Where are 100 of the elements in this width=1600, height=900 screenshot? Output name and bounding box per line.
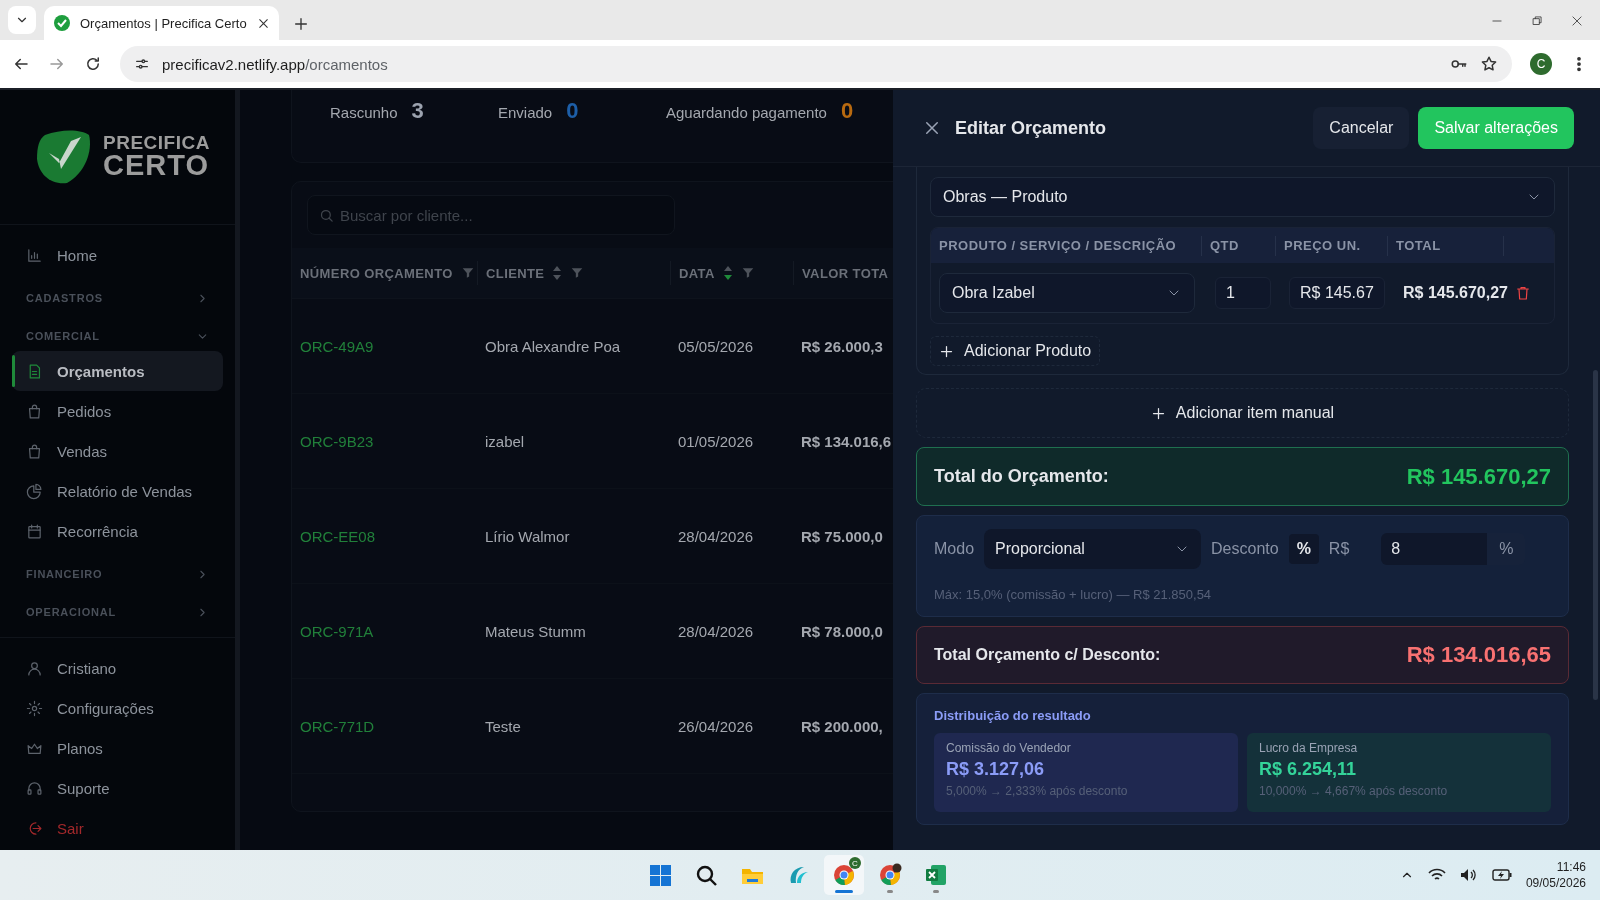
site-logo-icon	[54, 15, 70, 31]
sidebar-item[interactable]: Relatório de Vendas	[12, 471, 223, 511]
trash-icon[interactable]	[1515, 285, 1531, 301]
discount-field[interactable]: 8	[1381, 533, 1488, 565]
price-field[interactable]: R$ 145.67	[1289, 277, 1385, 309]
table-cell-text: 05/05/2026	[677, 337, 755, 355]
battery-icon[interactable]	[1491, 869, 1512, 881]
status-label: Enviado	[498, 104, 553, 121]
close-icon[interactable]	[256, 16, 270, 30]
status-label: Aguardando pagamento	[666, 104, 827, 121]
chart-icon	[26, 246, 43, 264]
bag-icon	[26, 402, 43, 420]
clock[interactable]: 11:46 09/05/2026	[1525, 859, 1586, 891]
browser-tab[interactable]: Orçamentos | Precifica Certo	[44, 6, 279, 40]
close-icon[interactable]	[1570, 14, 1584, 28]
column-header[interactable]: DATA	[670, 261, 793, 285]
headset-icon	[26, 779, 43, 797]
table-cell[interactable]: ORC-771D	[292, 717, 477, 735]
add-manual-item-button[interactable]: Adicionar item manual	[916, 388, 1569, 438]
close-icon[interactable]	[923, 119, 941, 137]
running-indicator	[933, 890, 939, 893]
chrome-icon	[832, 863, 856, 887]
category-select[interactable]: Obras — Produto	[930, 177, 1555, 217]
running-indicator	[887, 890, 893, 893]
unit-toggle[interactable]: %	[1288, 534, 1319, 564]
quantity-field[interactable]: 1	[1215, 277, 1271, 309]
sort-icon[interactable]	[552, 265, 563, 281]
table-cell-text: Mateus Stumm	[484, 622, 587, 640]
user-icon	[26, 659, 43, 677]
mode-label: Modo	[934, 540, 975, 558]
table-cell[interactable]: ORC-EE08	[292, 527, 477, 545]
product-select[interactable]: Obra Izabel	[939, 273, 1195, 313]
sidebar-item[interactable]: Configurações	[12, 688, 223, 728]
sidebar-item[interactable]: Planos	[12, 728, 223, 768]
column-header: QTD	[1201, 235, 1275, 256]
table-cell[interactable]: ORC-49A9	[292, 337, 477, 355]
address-text[interactable]: precificav2.netlify.app/orcamentos	[162, 55, 388, 73]
calendar-icon	[26, 522, 43, 540]
distribution-title: Distribuição do resultado	[934, 708, 1092, 723]
table-cell-text: Lírio Walmor	[484, 527, 571, 545]
discounted-total-label: Total Orçamento c/ Desconto:	[934, 646, 1161, 664]
status-count: 0	[840, 98, 854, 124]
discounted-total-value: R$ 134.016,65	[1406, 642, 1551, 668]
site-settings-icon[interactable]	[134, 56, 150, 72]
spreadsheet-icon	[924, 863, 948, 887]
filter-icon[interactable]	[740, 266, 755, 280]
card-label: Comissão do Vendedor	[946, 741, 1072, 755]
windows-logo-icon	[648, 863, 672, 887]
status-label: Rascunho	[330, 104, 398, 121]
search-icon	[319, 208, 334, 223]
add-product-button[interactable]: Adicionar Produto	[930, 336, 1101, 366]
column-header[interactable]: NÚMERO ORÇAMENTO	[292, 261, 477, 285]
search-icon	[694, 863, 718, 887]
sort-icon[interactable]	[722, 265, 733, 281]
column-header[interactable]: CLIENTE	[477, 261, 670, 285]
restore-icon[interactable]	[1530, 14, 1544, 28]
sidebar-item[interactable]: Orçamentos	[12, 351, 223, 391]
new-tab-icon[interactable]	[293, 16, 309, 32]
total-value: R$ 145.670,27	[1406, 463, 1551, 490]
card-value: R$ 3.127,06	[946, 759, 1046, 780]
table-cell[interactable]: ORC-9B23	[292, 432, 477, 450]
mode-select[interactable]: Proporcional	[984, 529, 1202, 569]
pie-chart-icon	[26, 482, 43, 500]
star-icon[interactable]	[1480, 55, 1498, 73]
cancel-button[interactable]: Cancelar	[1313, 107, 1410, 149]
logo-text: CERTO	[103, 152, 210, 180]
profile-badge: C	[849, 857, 861, 869]
table-cell-text: R$ 75.000,0	[800, 527, 884, 545]
table-cell-text: 01/05/2026	[677, 432, 755, 450]
discount-label: Desconto	[1211, 540, 1279, 558]
card-value: R$ 6.254,11	[1259, 759, 1358, 780]
table-cell-text: 28/04/2026	[677, 527, 755, 545]
reload-icon[interactable]	[84, 55, 102, 73]
table-cell[interactable]: ORC-971A	[292, 622, 477, 640]
filter-icon[interactable]	[570, 266, 585, 280]
item-total: R$ 145.670,27	[1403, 284, 1509, 302]
sidebar-item[interactable]: Pedidos	[12, 391, 223, 431]
speaker-icon[interactable]	[1459, 868, 1478, 882]
table-cell-text: R$ 134.016,6	[800, 432, 893, 450]
search-field[interactable]: Buscar por cliente...	[307, 195, 675, 235]
sidebar-item[interactable]: Suporte	[12, 768, 223, 808]
profile-avatar[interactable]: C	[1530, 53, 1552, 75]
wifi-icon[interactable]	[1427, 868, 1446, 882]
unit-toggle[interactable]: R$	[1320, 534, 1358, 564]
running-indicator	[835, 890, 853, 893]
table-cell-text: R$ 26.000,3	[800, 337, 884, 355]
column-header: PREÇO UN.	[1275, 235, 1387, 256]
table-cell-text: 28/04/2026	[677, 622, 755, 640]
column-header: PRODUTO / SERVIÇO / DESCRIÇÃO	[938, 236, 1178, 255]
address-bar[interactable]: precificav2.netlify.app/orcamentos	[120, 46, 1512, 82]
bag-icon	[26, 442, 43, 460]
sidebar-item[interactable]: Home	[12, 235, 223, 275]
sidebar-item[interactable]: Vendas	[12, 431, 223, 471]
taskbar-button[interactable]: C	[824, 855, 864, 895]
filter-icon[interactable]	[460, 266, 475, 280]
card-label: Lucro da Empresa	[1259, 741, 1359, 755]
table-cell-text: Teste	[484, 717, 522, 735]
sidebar-item[interactable]: Cristiano	[12, 648, 223, 688]
sidebar-item[interactable]: Recorrência	[12, 511, 223, 551]
total-label: Total do Orçamento:	[934, 466, 1109, 487]
